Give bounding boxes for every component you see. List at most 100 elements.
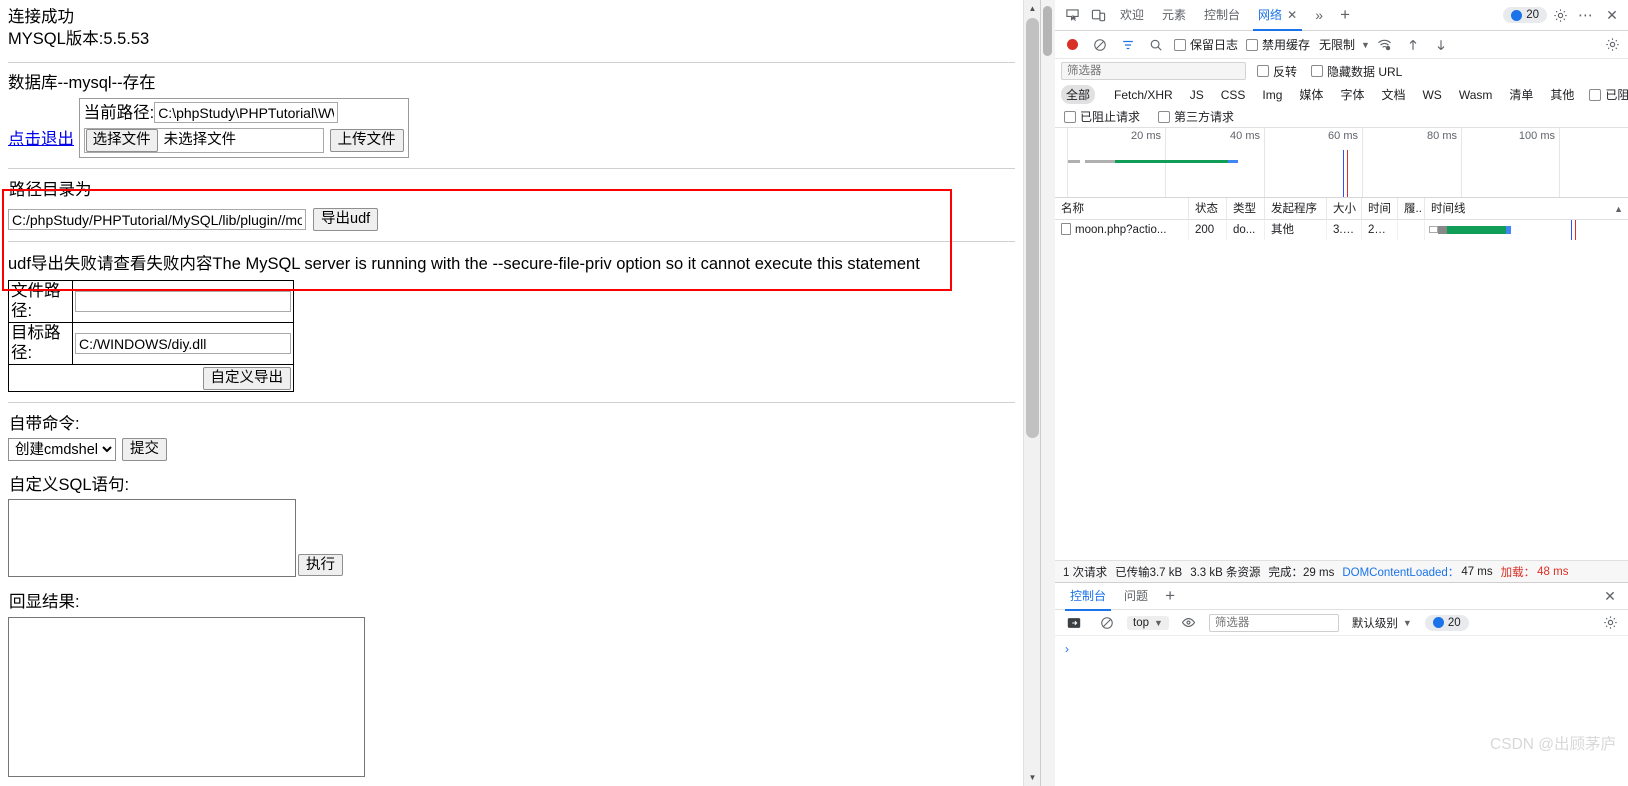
chevron-up-icon[interactable]: ▲	[1614, 198, 1623, 220]
network-settings-icon[interactable]	[1599, 32, 1625, 58]
console-eye-icon[interactable]	[1176, 610, 1202, 636]
network-overview[interactable]: 20 ms 40 ms 60 ms 80 ms 100 ms	[1055, 128, 1628, 198]
type-chip-js[interactable]: JS	[1185, 87, 1209, 103]
throttle-select[interactable]: 无限制	[1315, 36, 1359, 53]
add-tab-icon[interactable]: +	[1332, 2, 1358, 28]
scroll-down-arrow[interactable]: ▼	[1024, 769, 1040, 786]
more-options-icon[interactable]: ⋯	[1573, 2, 1599, 28]
drawer-add-tab-icon[interactable]: +	[1157, 583, 1183, 609]
custom-export-button[interactable]: 自定义导出	[202, 367, 291, 390]
console-issues-count: 20	[1447, 616, 1461, 629]
column-type[interactable]: 类型	[1227, 197, 1265, 220]
type-chip-other[interactable]: 其他	[1545, 85, 1579, 104]
export-har-icon[interactable]	[1428, 32, 1454, 58]
column-status[interactable]: 状态	[1189, 197, 1227, 220]
type-chip-wasm[interactable]: Wasm	[1454, 87, 1498, 103]
more-tabs-icon[interactable]: »	[1306, 2, 1332, 28]
current-path-input[interactable]	[154, 102, 339, 124]
blocked-requests-checkbox[interactable]: 已阻止请求	[1061, 108, 1143, 125]
file-path-cell	[72, 280, 294, 324]
export-udf-button[interactable]: 导出udf	[313, 208, 379, 231]
column-waterfall[interactable]: 时间线 ▲	[1425, 198, 1628, 220]
network-conditions-icon[interactable]	[1372, 32, 1398, 58]
udf-paths-table: 文件路径: 目标路径: 自定义导出	[8, 280, 294, 392]
hide-data-urls-checkbox[interactable]: 隐藏数据 URL	[1308, 63, 1405, 80]
checkbox-icon	[1246, 38, 1259, 51]
tab-elements[interactable]: 元素	[1153, 0, 1195, 30]
udf-path-input[interactable]	[8, 209, 306, 231]
clear-icon[interactable]	[1087, 32, 1113, 58]
blocked-cookies-checkbox[interactable]: 已阻止 Cookie	[1586, 86, 1628, 103]
device-toolbar-icon[interactable]	[1085, 2, 1111, 28]
disable-cache-checkbox[interactable]: 禁用缓存	[1243, 36, 1313, 53]
result-textarea[interactable]	[8, 616, 365, 777]
type-chip-manifest[interactable]: 清单	[1504, 85, 1538, 104]
type-chip-font[interactable]: 字体	[1335, 85, 1369, 104]
console-clear-icon[interactable]	[1094, 610, 1120, 636]
upload-form-box: 当前路径: 选择文件 未选择文件 上传文件	[78, 97, 409, 159]
record-button[interactable]	[1059, 32, 1085, 58]
console-sidebar-icon[interactable]	[1061, 610, 1087, 636]
summary-load-label: 加载：	[1500, 566, 1536, 579]
console-filter-input[interactable]	[1208, 613, 1339, 632]
choose-file-button[interactable]: 选择文件	[85, 129, 158, 152]
submit-button[interactable]: 提交	[122, 438, 167, 461]
devtools-left-rail[interactable]	[1041, 0, 1055, 786]
type-chip-all[interactable]: 全部	[1061, 85, 1096, 104]
type-chip-img[interactable]: Img	[1257, 87, 1287, 103]
tab-welcome[interactable]: 欢迎	[1111, 0, 1153, 30]
filter-toggle-icon[interactable]	[1115, 32, 1141, 58]
gear-icon[interactable]	[1547, 2, 1573, 28]
console-output[interactable]: ›	[1055, 636, 1628, 786]
devtools-rail-thumb[interactable]	[1043, 6, 1052, 56]
console-level-select[interactable]: 默认级别 ▼	[1346, 614, 1418, 632]
type-chip-fetchxhr[interactable]: Fetch/XHR	[1109, 87, 1178, 103]
console-settings-gear-icon[interactable]	[1597, 610, 1623, 636]
console-context-select[interactable]: top ▼	[1127, 615, 1169, 630]
tab-console[interactable]: 控制台	[1195, 0, 1249, 30]
exit-link[interactable]: 点击退出	[8, 130, 74, 148]
close-icon[interactable]: ✕	[1287, 8, 1297, 22]
drawer-tab-issues[interactable]: 问题	[1115, 582, 1157, 610]
inspect-element-icon[interactable]	[1059, 2, 1085, 28]
summary-resources: 3.3 kB 条资源	[1190, 566, 1261, 579]
scroll-thumb[interactable]	[1026, 18, 1039, 438]
divider-4	[8, 401, 1015, 403]
column-waterfall-short[interactable]: 履..	[1398, 197, 1425, 220]
column-initiator[interactable]: 发起程序	[1265, 197, 1327, 220]
dock-close-icon[interactable]: ✕	[1599, 2, 1625, 28]
third-party-checkbox[interactable]: 第三方请求	[1155, 108, 1237, 125]
column-size[interactable]: 大小	[1327, 197, 1362, 220]
type-chip-css[interactable]: CSS	[1216, 87, 1251, 103]
page-scrollbar[interactable]: ▲ ▼	[1023, 0, 1040, 786]
cmdshell-select[interactable]: 创建cmdshell	[8, 438, 116, 462]
console-issues-badge[interactable]: 20	[1424, 614, 1469, 631]
import-har-icon[interactable]	[1400, 32, 1426, 58]
drawer-close-icon[interactable]: ✕	[1597, 583, 1623, 609]
network-filter-input[interactable]	[1061, 62, 1246, 80]
issues-badge[interactable]: 20	[1503, 7, 1547, 23]
requests-list[interactable]: moon.php?actio... 200 do... 其他 3.7... 29…	[1055, 220, 1628, 560]
column-time[interactable]: 时间	[1362, 197, 1398, 220]
sql-textarea[interactable]	[8, 499, 296, 578]
file-input-control[interactable]: 选择文件 未选择文件	[83, 128, 324, 154]
invert-checkbox[interactable]: 反转	[1254, 63, 1300, 80]
watermark-text: CSDN @出顾茅庐	[1490, 736, 1616, 753]
tab-network[interactable]: 网络 ✕	[1249, 0, 1306, 31]
preserve-log-checkbox[interactable]: 保留日志	[1171, 36, 1241, 53]
drawer-tab-console[interactable]: 控制台	[1061, 582, 1115, 611]
chevron-down-icon[interactable]: ▼	[1361, 40, 1370, 50]
type-chip-ws[interactable]: WS	[1417, 87, 1446, 103]
search-icon[interactable]	[1143, 32, 1169, 58]
type-chip-doc[interactable]: 文档	[1376, 85, 1410, 104]
type-chip-media[interactable]: 媒体	[1294, 85, 1328, 104]
column-name[interactable]: 名称	[1055, 197, 1189, 220]
table-row[interactable]: moon.php?actio... 200 do... 其他 3.7... 29…	[1055, 220, 1628, 240]
execute-button[interactable]: 执行	[298, 553, 343, 577]
resource-type-bar: 全部 Fetch/XHR JS CSS Img 媒体 字体 文档 WS Wasm…	[1055, 83, 1628, 106]
upload-file-button[interactable]: 上传文件	[329, 129, 404, 152]
file-path-input[interactable]	[75, 291, 291, 313]
scroll-up-arrow[interactable]: ▲	[1024, 0, 1040, 17]
overview-gridline	[1461, 128, 1462, 197]
target-path-input[interactable]	[75, 333, 291, 355]
